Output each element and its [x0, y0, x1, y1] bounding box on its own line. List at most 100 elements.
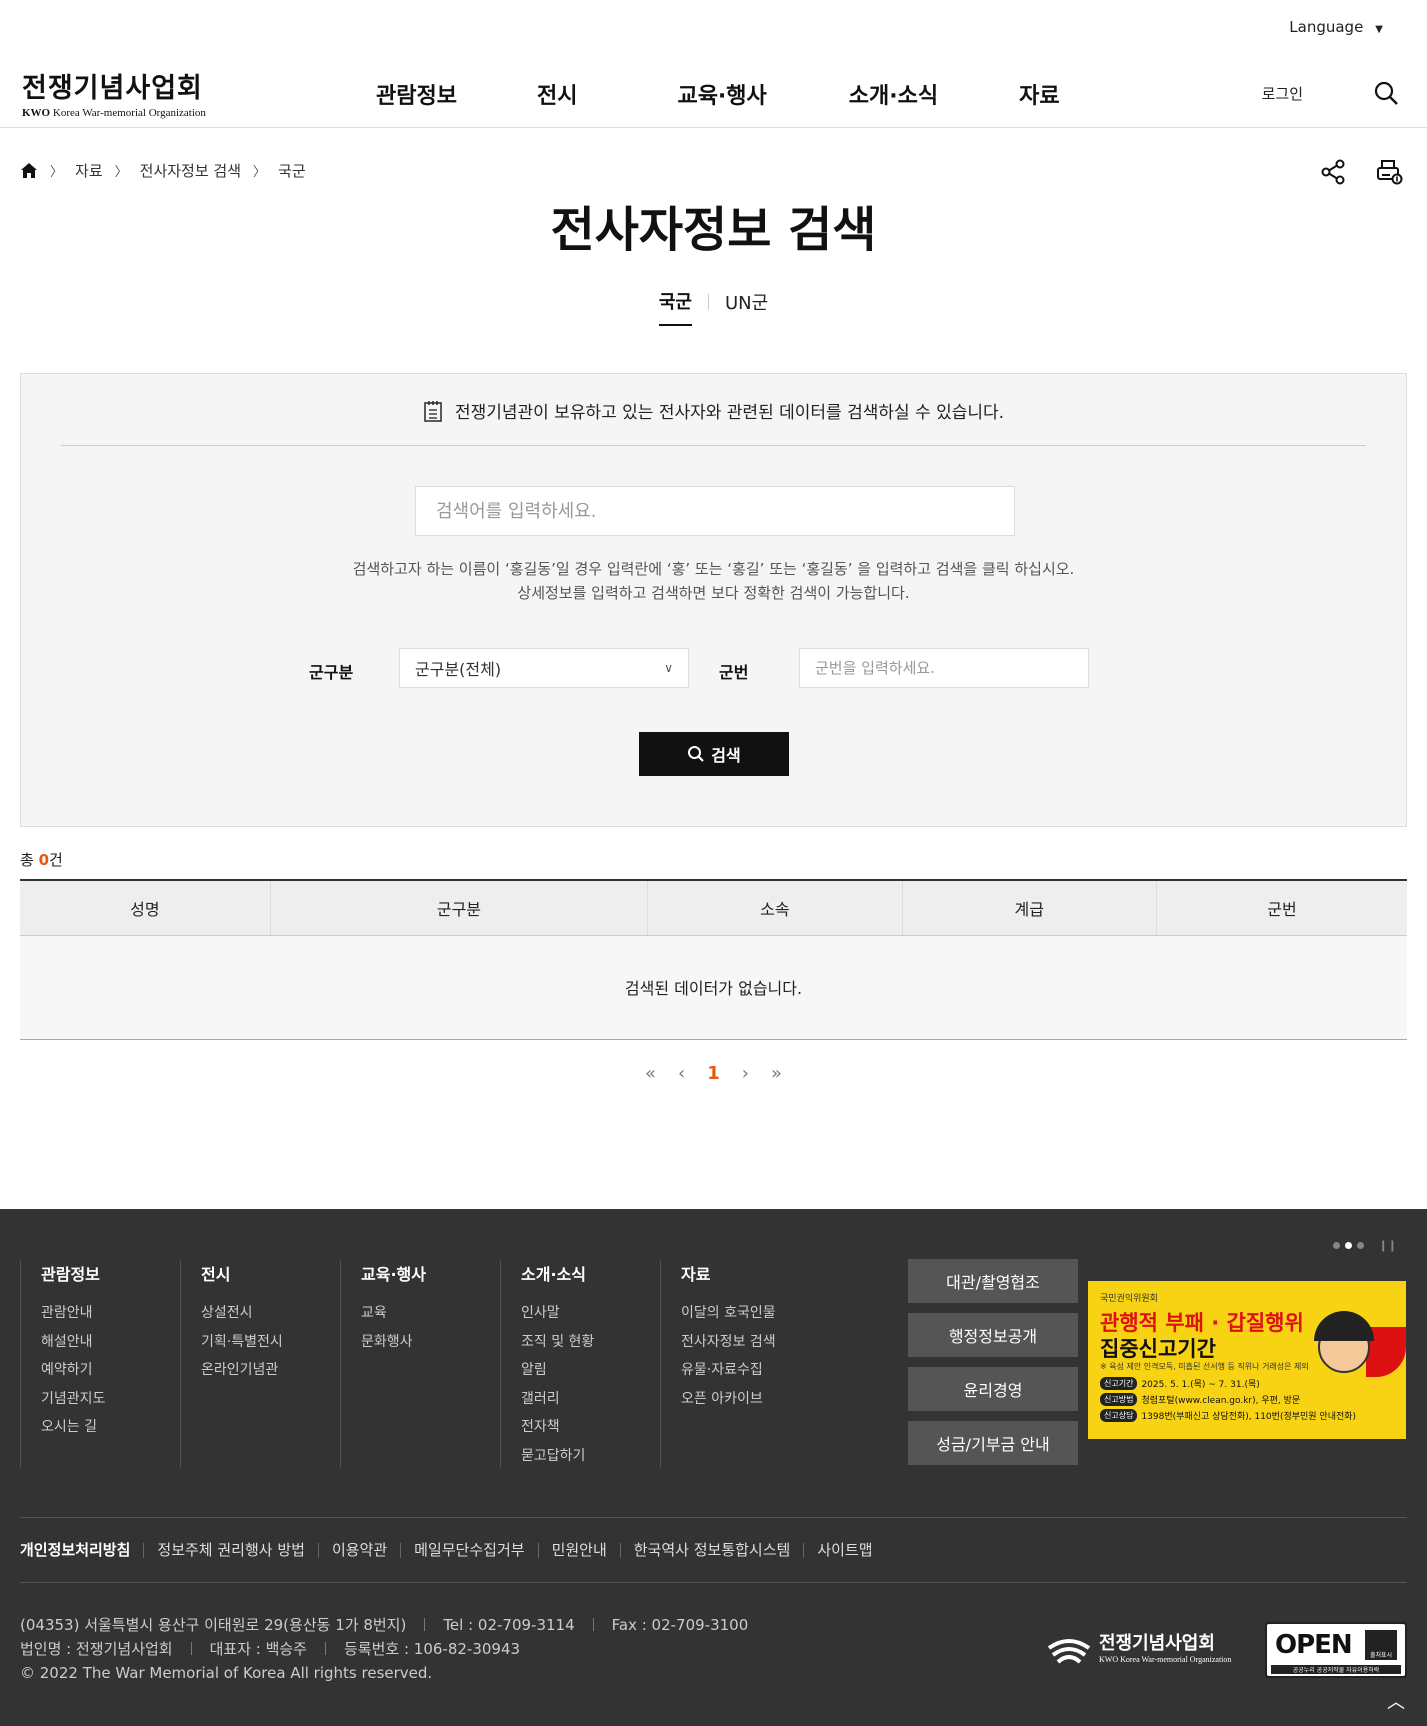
footer-link[interactable]: 조직 및 현황	[521, 1328, 660, 1357]
home-icon[interactable]	[20, 162, 38, 179]
search-icon[interactable]	[1373, 80, 1399, 106]
column-rank: 계급	[902, 880, 1157, 936]
share-icon[interactable]	[1319, 158, 1347, 186]
scroll-top-icon[interactable]: ︿	[1387, 1688, 1405, 1714]
banner-dot[interactable]	[1332, 1242, 1340, 1249]
data-rights-link[interactable]: 정보주체 권리행사 방법	[143, 1542, 318, 1558]
category-tabs: 국군 UN군	[0, 288, 1427, 326]
footer-link[interactable]: 해설안내	[41, 1328, 180, 1357]
footer-link[interactable]: 상설전시	[201, 1299, 340, 1328]
main-nav: 관람정보 전시 교육·행사 소개·소식 자료	[376, 78, 1060, 110]
prev-page-icon[interactable]: ‹	[678, 1063, 685, 1084]
footer-info-line-1: (04353) 서울특별시 용산구 이태원로 29(용산동 1가 8번지) Tel…	[20, 1613, 748, 1637]
venue-rental-button[interactable]: 대관/촬영협조	[908, 1259, 1078, 1303]
footer-link[interactable]: 유물·자료수집	[681, 1356, 820, 1385]
footer-col-title[interactable]: 교육·행사	[361, 1261, 500, 1285]
email-policy-link[interactable]: 메일무단수집거부	[400, 1542, 537, 1558]
open-license-text: 공공누리 공공저작물 자유이용허락	[1271, 1665, 1401, 1674]
footer-link[interactable]: 예약하기	[41, 1356, 180, 1385]
history-system-link[interactable]: 한국역사 정보통합시스템	[619, 1542, 804, 1558]
ethics-button[interactable]: 윤리경영	[908, 1367, 1078, 1411]
pause-icon[interactable]: ❙❙	[1379, 1239, 1397, 1252]
promo-banner[interactable]: 국민권익위원회 관행적 부패 · 갑질행위 집중신고기간 ※ 육성 제안 인격모…	[1088, 1281, 1406, 1439]
keyword-search-input[interactable]	[415, 486, 1015, 536]
search-intro: 전쟁기념관이 보유하고 있는 전사자와 관련된 데이터를 검색하실 수 있습니다…	[21, 398, 1406, 423]
copyright: © 2022 The War Memorial of Korea All rig…	[20, 1664, 433, 1682]
footer-link[interactable]: 오시는 길	[41, 1413, 180, 1442]
footer-sitemap: 관람정보 관람안내 해설안내 예약하기 기념관지도 오시는 길 전시 상설전시 …	[20, 1261, 820, 1467]
divider	[61, 445, 1366, 446]
breadcrumb: 〉 자료 〉 전사자정보 검색 〉 국군	[20, 160, 306, 181]
last-page-icon[interactable]: »	[771, 1063, 782, 1084]
corp-name: 법인명 : 전쟁기념사업회	[20, 1640, 173, 1658]
footer-link[interactable]: 인사말	[521, 1299, 660, 1328]
branch-select[interactable]: 군구분(전체) ∨	[399, 648, 689, 688]
breadcrumb-item-search[interactable]: 전사자정보 검색	[140, 160, 241, 181]
footer-col-title[interactable]: 관람정보	[41, 1261, 180, 1285]
terms-link[interactable]: 이용약관	[317, 1542, 400, 1558]
footer-link[interactable]: 관람안내	[41, 1299, 180, 1328]
footer-link[interactable]: 묻고답하기	[521, 1442, 660, 1471]
clipboard-icon	[424, 401, 442, 422]
footer-link[interactable]: 문화행사	[361, 1328, 500, 1357]
address: (04353) 서울특별시 용산구 이태원로 29(용산동 1가 8번지)	[20, 1616, 407, 1634]
search-panel: 전쟁기념관이 보유하고 있는 전사자와 관련된 데이터를 검색하실 수 있습니다…	[20, 373, 1407, 827]
footer-col-visit: 관람정보 관람안내 해설안내 예약하기 기념관지도 오시는 길	[20, 1261, 180, 1467]
language-selector[interactable]: Language ▼	[1289, 18, 1383, 36]
footer-col-title[interactable]: 자료	[681, 1261, 820, 1285]
donation-button[interactable]: 성금/기부금 안내	[908, 1421, 1078, 1465]
footer-col-title[interactable]: 소개·소식	[521, 1261, 660, 1285]
tel: Tel : 02-709-3114	[443, 1616, 575, 1634]
footer-logo-korean: 전쟁기념사업회	[1099, 1633, 1215, 1654]
site-logo[interactable]: 전쟁기념사업회 KWO Korea War-memorial Organizat…	[22, 66, 206, 119]
search-icon	[688, 746, 705, 762]
sitemap-link[interactable]: 사이트맵	[803, 1542, 885, 1558]
results-table: 성명 군구분 소속 계급 군번 검색된 데이터가 없습니다.	[20, 879, 1407, 1040]
breadcrumb-item-resources[interactable]: 자료	[75, 160, 103, 181]
footer-link[interactable]: 온라인기념관	[201, 1356, 340, 1385]
ceo: 대표자 : 백승주	[209, 1640, 307, 1658]
footer-link[interactable]: 기념관지도	[41, 1385, 180, 1414]
column-branch: 군구분	[270, 880, 649, 936]
banner-controls: ❙❙	[1332, 1239, 1397, 1252]
next-page-icon[interactable]: ›	[742, 1063, 749, 1084]
chevron-right-icon: 〉	[50, 165, 64, 180]
fax: Fax : 02-709-3100	[611, 1616, 749, 1634]
tab-un-forces[interactable]: UN군	[725, 289, 768, 325]
column-name: 성명	[20, 880, 271, 936]
logo-korean: 전쟁기념사업회	[22, 73, 203, 104]
nav-item-education-events[interactable]: 교육·행사	[677, 78, 766, 110]
nav-item-visit-info[interactable]: 관람정보	[376, 78, 457, 110]
nav-item-resources[interactable]: 자료	[1019, 78, 1059, 110]
footer-col-title[interactable]: 전시	[201, 1261, 340, 1285]
banner-row-contact: 신고상담 1398번(부패신고 상담전화), 110번(정부민원 안내전화)	[1100, 1409, 1356, 1422]
nav-item-about-news[interactable]: 소개·소식	[849, 78, 938, 110]
privacy-policy-link[interactable]: 개인정보처리방침	[20, 1542, 143, 1558]
nav-item-exhibition[interactable]: 전시	[537, 78, 577, 110]
print-icon[interactable]	[1375, 158, 1403, 186]
civil-petition-link[interactable]: 민원안내	[537, 1542, 620, 1558]
footer-link[interactable]: 갤러리	[521, 1385, 660, 1414]
banner-row-period: 신고기간 2025. 5. 1.(목) ~ 7. 31.(목)	[1100, 1377, 1260, 1390]
search-intro-text: 전쟁기념관이 보유하고 있는 전사자와 관련된 데이터를 검색하실 수 있습니다…	[454, 403, 1005, 423]
footer-link[interactable]: 기획·특별전시	[201, 1328, 340, 1357]
logo-english: KWO Korea War-memorial Organization	[22, 107, 206, 119]
banner-dot[interactable]	[1356, 1242, 1364, 1249]
footer-link[interactable]: 교육	[361, 1299, 500, 1328]
footer-info: (04353) 서울특별시 용산구 이태원로 29(용산동 1가 8번지) Tel…	[20, 1613, 748, 1685]
page-number-current[interactable]: 1	[707, 1063, 720, 1084]
banner-dot-active[interactable]	[1344, 1242, 1352, 1249]
tab-korean-army[interactable]: 국군	[658, 288, 692, 326]
footer-link[interactable]: 알림	[521, 1356, 660, 1385]
service-number-input[interactable]	[799, 648, 1089, 688]
admin-info-button[interactable]: 행정정보공개	[908, 1313, 1078, 1357]
footer-link[interactable]: 전사자정보 검색	[681, 1328, 820, 1357]
first-page-icon[interactable]: «	[645, 1063, 656, 1084]
footer-link[interactable]: 오픈 아카이브	[681, 1385, 820, 1414]
footer-link[interactable]: 이달의 호국인물	[681, 1299, 820, 1328]
search-button[interactable]: 검색	[639, 732, 789, 776]
page-title: 전사자정보 검색	[550, 202, 877, 258]
result-count: 0	[38, 851, 50, 869]
login-link[interactable]: 로그인	[1262, 83, 1303, 104]
footer-link[interactable]: 전자책	[521, 1413, 660, 1442]
